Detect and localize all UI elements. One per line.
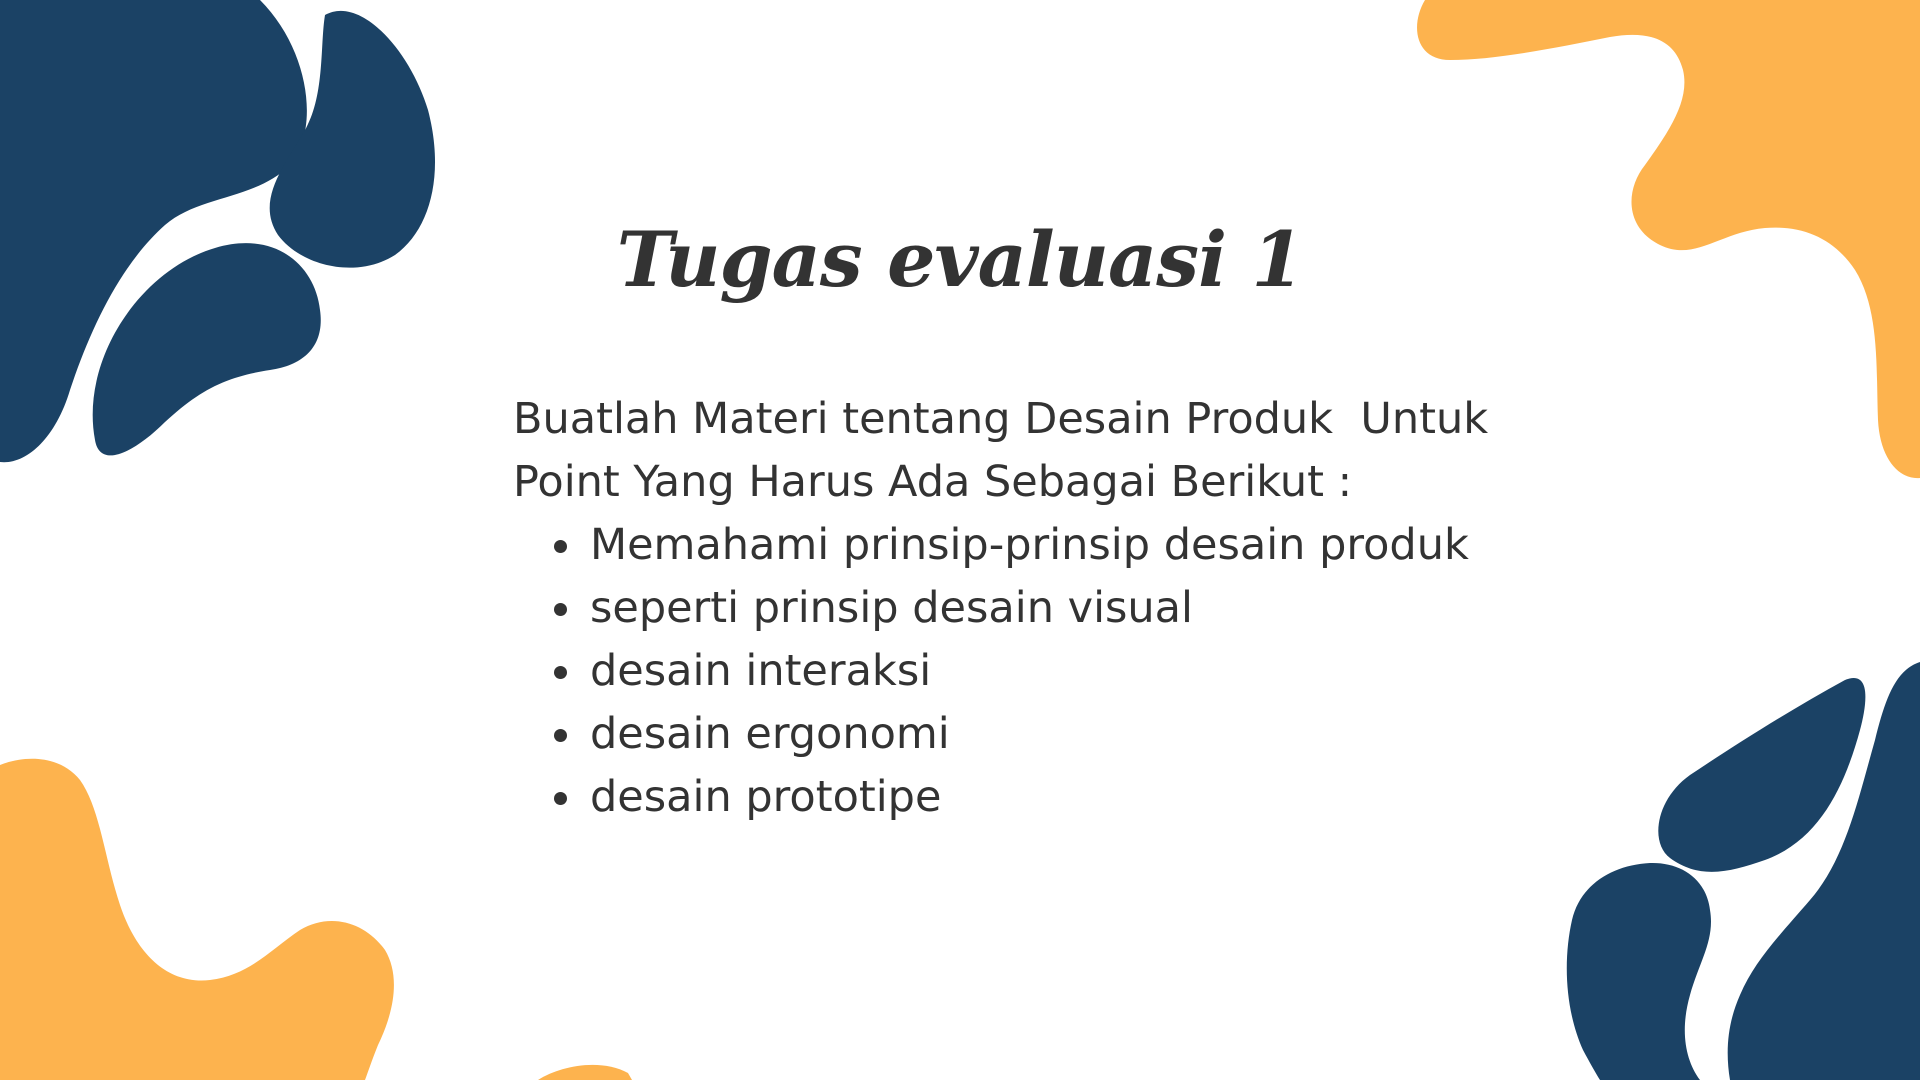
bullet-dot-icon bbox=[554, 666, 567, 679]
bullet-dot-icon bbox=[554, 729, 567, 742]
task-content: Buatlah Materi tentang Desain Produk Unt… bbox=[513, 388, 1513, 829]
bullet-text: desain ergonomi bbox=[590, 709, 950, 759]
bottom-left-orange-blob bbox=[0, 758, 394, 1080]
bullet-text: desain prototipe bbox=[590, 772, 942, 822]
bullet-item: desain prototipe bbox=[513, 766, 1513, 829]
bullet-item: desain ergonomi bbox=[513, 703, 1513, 766]
slide-title: Tugas evaluasi 1 bbox=[616, 215, 1305, 304]
bullet-list: Memahami prinsip-prinsip desain produk s… bbox=[513, 514, 1513, 829]
bullet-text: desain interaksi bbox=[590, 646, 932, 696]
bottom-right-navy-upper-blob bbox=[1658, 678, 1866, 872]
bottom-right-navy-large-blob bbox=[1566, 662, 1920, 1080]
intro-line-2: Point Yang Harus Ada Sebagai Berikut : bbox=[513, 457, 1353, 507]
bullet-dot-icon bbox=[554, 540, 567, 553]
bullet-dot-icon bbox=[554, 792, 567, 805]
bullet-text: Memahami prinsip-prinsip desain produk bbox=[590, 520, 1469, 570]
bullet-item: Memahami prinsip-prinsip desain produk bbox=[513, 514, 1513, 577]
bullet-item: seperti prinsip desain visual bbox=[513, 577, 1513, 640]
bottom-orange-bump bbox=[538, 1064, 632, 1080]
bullet-item: desain interaksi bbox=[513, 640, 1513, 703]
slide: Tugas evaluasi 1 Buatlah Materi tentang … bbox=[0, 0, 1920, 1080]
bullet-text: seperti prinsip desain visual bbox=[590, 583, 1193, 633]
bullet-dot-icon bbox=[554, 603, 567, 616]
intro-line-1: Buatlah Materi tentang Desain Produk Unt… bbox=[513, 394, 1489, 444]
